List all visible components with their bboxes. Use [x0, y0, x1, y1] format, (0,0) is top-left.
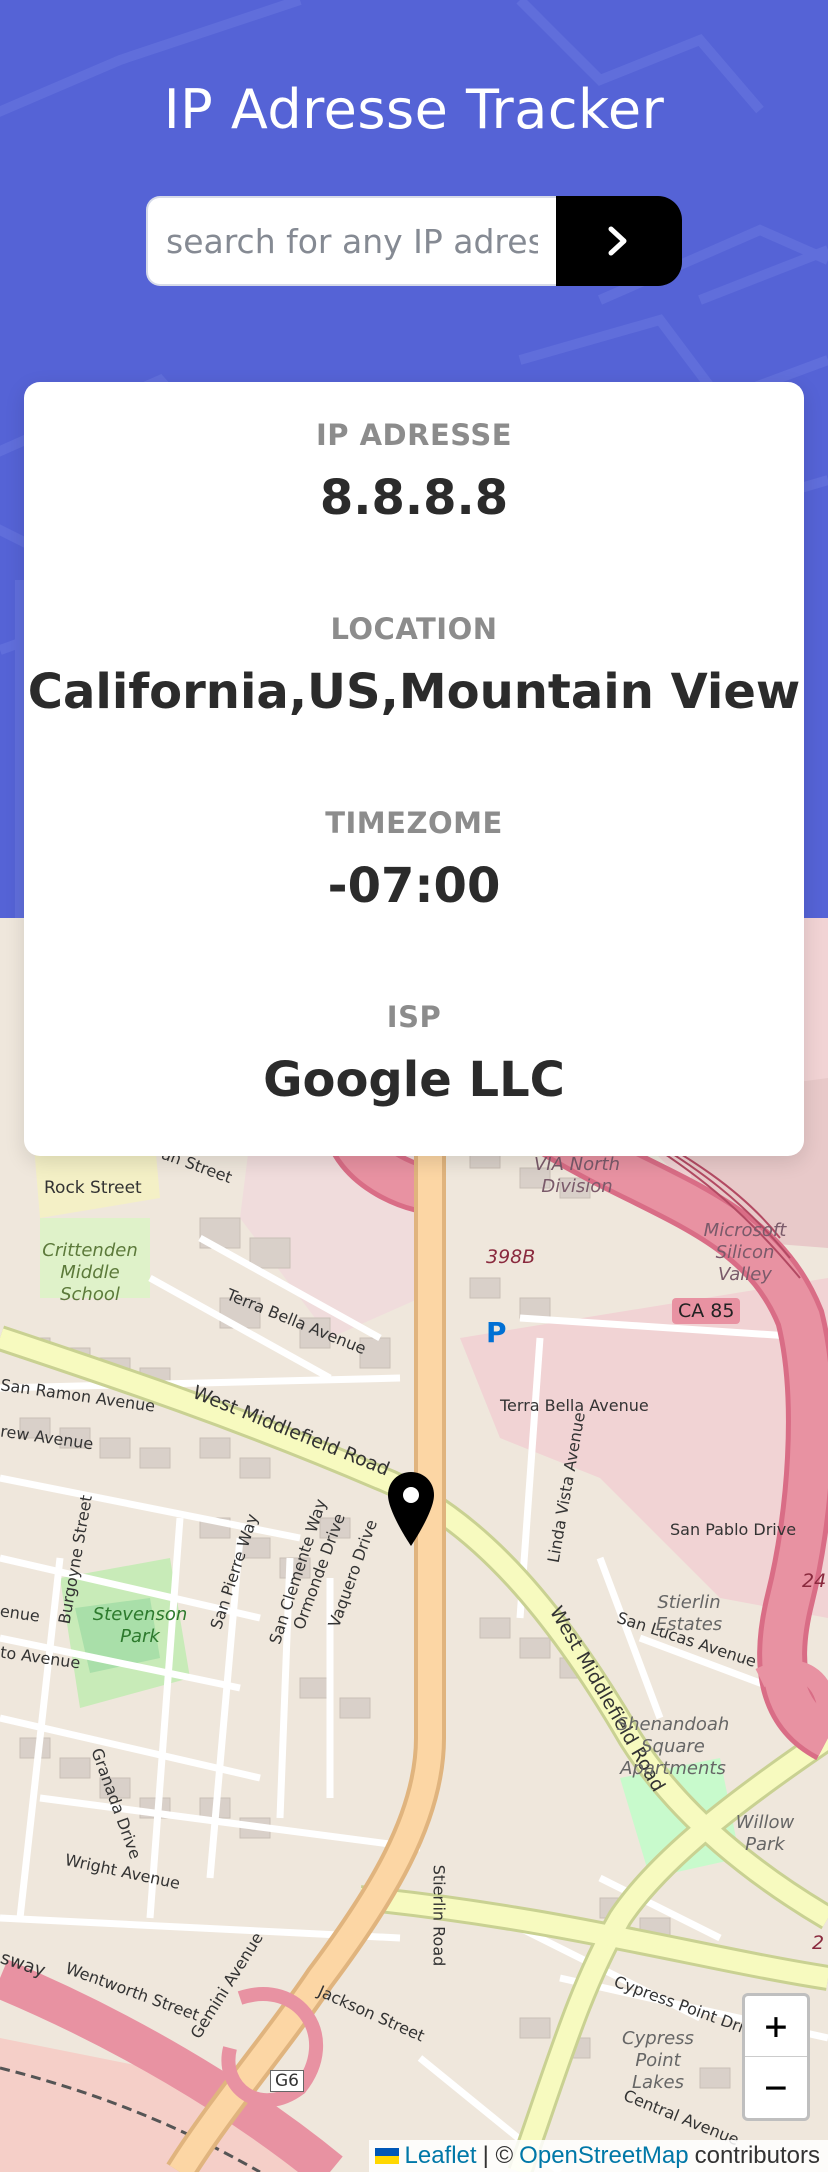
timezone-label: TIMEZOME [325, 806, 503, 840]
map-label-via-north: VIA North Division [533, 1154, 620, 1197]
map-label-ca85: CA 85 [672, 1298, 741, 1324]
map-label-parking: P [486, 1316, 507, 1349]
map-label-stierlin-road: Stierlin Road [429, 1864, 449, 1967]
search-submit-button[interactable] [556, 196, 682, 286]
map-label-rock-street: Rock Street [44, 1178, 142, 1198]
map-label-shenandoah: Shenandoah Square Apartments [616, 1714, 730, 1779]
ip-info-card: IP ADRESSE 8.8.8.8 LOCATION California,U… [24, 382, 804, 1156]
map-attribution: Leaflet | © OpenStreetMap contributors [368, 2140, 828, 2172]
map-label-willow-park: Willow Park [735, 1812, 795, 1855]
map-label-stevenson: Stevenson Park [92, 1604, 188, 1647]
ukraine-flag-icon [374, 2148, 399, 2164]
attribution-suffix: contributors [694, 2142, 820, 2169]
timezone-value: -07:00 [327, 858, 501, 914]
info-location: LOCATION California,US,Mountain View [24, 612, 804, 720]
leaflet-link[interactable]: Leaflet [405, 2142, 477, 2170]
map-label-g6: G6 [270, 2070, 304, 2092]
map-label-cypress-lakes: Cypress Point Lakes [622, 2028, 694, 2093]
ip-label: IP ADRESSE [315, 418, 513, 452]
chevron-right-icon [608, 226, 627, 256]
zoom-out-button[interactable]: − [745, 2057, 807, 2117]
ip-search-input[interactable] [146, 196, 556, 286]
isp-label: ISP [386, 1000, 442, 1034]
location-value: California,US,Mountain View [27, 664, 801, 720]
info-timezone: TIMEZOME -07:00 [24, 806, 804, 914]
map-label-highway-24: 24 [802, 1570, 827, 1592]
map-label-crittenden: Crittenden Middle School [42, 1240, 138, 1305]
info-ip: IP ADRESSE 8.8.8.8 [24, 418, 804, 526]
info-isp: ISP Google LLC [24, 1000, 804, 1108]
isp-value: Google LLC [263, 1052, 565, 1108]
openstreetmap-link[interactable]: OpenStreetMap [519, 2142, 688, 2170]
zoom-in-button[interactable]: + [745, 1996, 807, 2057]
map-label-highway-2: 2 [812, 1932, 825, 1954]
map-label-san-pablo: San Pablo Drive [670, 1520, 797, 1539]
location-label: LOCATION [330, 612, 498, 646]
attribution-separator: | © [482, 2142, 514, 2169]
map-label-microsoft: Microsoft Silicon Valley [703, 1220, 787, 1285]
map-label-398b: 398B [486, 1246, 536, 1268]
ip-value: 8.8.8.8 [319, 470, 509, 526]
map-zoom-control: + − [742, 1993, 810, 2121]
app-title: IP Adresse Tracker [163, 78, 665, 141]
search-bar [146, 196, 682, 286]
location-marker-icon[interactable] [386, 1470, 436, 1548]
